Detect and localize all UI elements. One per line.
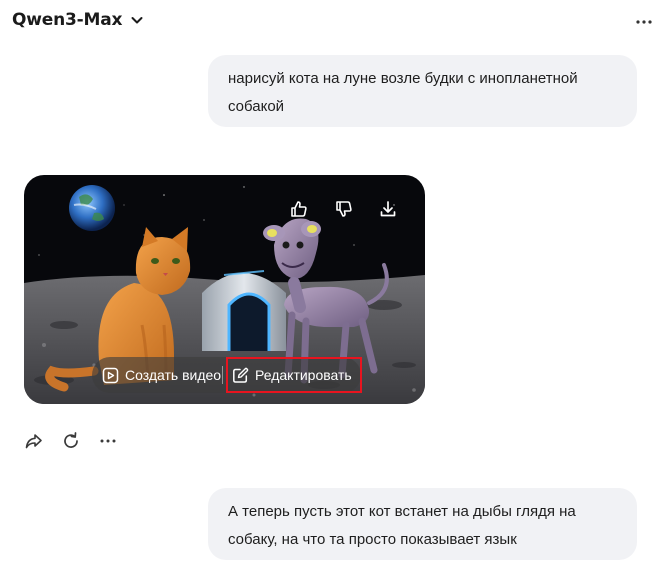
divider: [222, 366, 223, 384]
generated-image-card[interactable]: Создать видео Редактировать: [24, 175, 425, 404]
top-bar: Qwen3-Max: [0, 0, 664, 46]
more-actions-button[interactable]: [98, 431, 118, 451]
user-message: А теперь пусть этот кот встанет на дыбы …: [208, 488, 637, 560]
user-message: нарисуй кота на луне возле будки с инопл…: [208, 55, 637, 127]
user-message-text: А теперь пусть этот кот встанет на дыбы …: [228, 503, 576, 548]
edit-button[interactable]: Редактировать: [232, 357, 352, 393]
regenerate-icon: [64, 432, 78, 448]
dislike-button[interactable]: [329, 194, 359, 224]
model-selector[interactable]: Qwen3-Max: [12, 10, 144, 30]
create-video-button[interactable]: Создать видео: [102, 357, 221, 393]
edit-label: Редактировать: [255, 367, 352, 383]
download-button[interactable]: [373, 194, 403, 224]
share-button[interactable]: [24, 431, 44, 451]
edit-pencil-icon: [233, 367, 249, 383]
chevron-down-icon: [131, 17, 143, 24]
like-button[interactable]: [284, 194, 314, 224]
message-actions: [24, 431, 118, 451]
share-icon: [25, 434, 42, 449]
thumbs-down-icon: [336, 201, 352, 217]
download-icon: [380, 201, 396, 217]
model-name: Qwen3-Max: [12, 10, 123, 30]
create-video-label: Создать видео: [125, 367, 222, 383]
regenerate-button[interactable]: [61, 431, 81, 451]
thumbs-up-icon: [291, 201, 307, 217]
user-message-text: нарисуй кота на луне возле будки с инопл…: [228, 70, 578, 115]
image-action-bar: Создать видео Редактировать: [92, 357, 361, 393]
more-horizontal-icon: [100, 439, 116, 443]
more-horizontal-icon[interactable]: [634, 14, 654, 30]
video-play-icon: [102, 367, 119, 383]
